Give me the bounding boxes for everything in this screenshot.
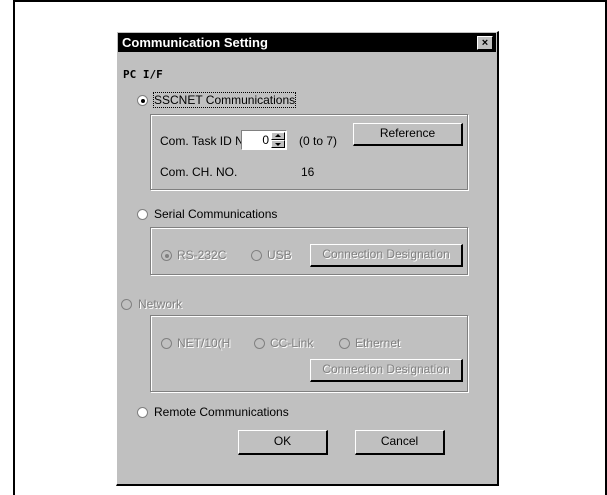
remote-label[interactable]: Remote Communications [154,405,289,419]
task-id-label: Com. Task ID NO [160,134,254,148]
network-radio[interactable] [121,299,132,310]
sscnet-label[interactable]: SSCNET Communications [152,92,297,108]
ethernet-radio[interactable] [339,338,350,349]
task-id-spinner[interactable]: 0 [241,130,287,150]
serial-connection-designation-button[interactable]: Connection Designation [310,244,463,267]
up-arrow-icon [275,134,281,137]
radio-selected-dot [141,99,145,103]
cclink-radio[interactable] [254,338,265,349]
serial-label[interactable]: Serial Communications [154,207,277,221]
spin-up-button[interactable] [271,132,285,140]
frame-top-border [13,0,607,2]
net10-label[interactable]: NET/10(H [177,336,230,350]
ethernet-label[interactable]: Ethernet [355,336,400,350]
sscnet-radio[interactable] [137,95,148,106]
ch-no-label: Com. CH. NO. [160,165,238,179]
serial-radio[interactable] [137,209,148,220]
spin-down-button[interactable] [271,140,285,148]
ok-button[interactable]: OK [238,430,328,455]
usb-label[interactable]: USB [267,248,292,262]
pc-if-label: PC I/F [123,68,163,81]
communication-setting-dialog: Communication Setting × PC I/F SSCNET Co… [116,31,499,486]
network-connection-designation-button[interactable]: Connection Designation [310,359,463,382]
task-id-range: (0 to 7) [299,134,338,148]
cclink-label[interactable]: CC-Link [270,336,313,350]
network-label[interactable]: Network [138,297,182,311]
cancel-button[interactable]: Cancel [355,430,445,455]
frame-left-border [13,0,15,495]
remote-radio[interactable] [137,407,148,418]
radio-selected-dot [165,254,169,258]
close-button[interactable]: × [477,36,493,50]
usb-radio[interactable] [251,250,262,261]
reference-button[interactable]: Reference [353,123,463,146]
ch-no-value: 16 [301,165,315,179]
rs232c-label[interactable]: RS-232C [177,248,226,262]
rs232c-radio[interactable] [161,250,172,261]
close-icon: × [481,37,489,49]
dialog-title: Communication Setting [122,35,268,50]
title-bar: Communication Setting × [118,33,496,52]
task-id-value: 0 [262,133,269,147]
down-arrow-icon [275,143,281,146]
net10-radio[interactable] [161,338,172,349]
